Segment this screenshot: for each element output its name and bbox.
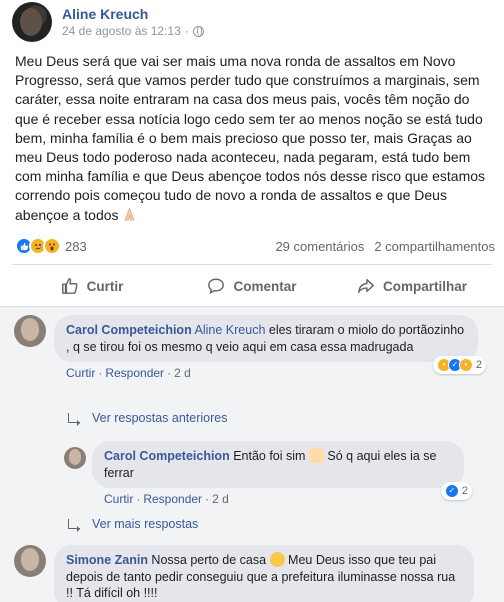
comment-time[interactable]: 2 d	[212, 492, 229, 506]
share-button[interactable]: Compartilhar	[332, 270, 492, 302]
comment-reply-link[interactable]: Responder	[105, 366, 164, 380]
sad-reaction-icon: •	[458, 357, 473, 372]
commenter-name[interactable]: Carol Competeichion	[66, 323, 192, 337]
comment-like-link[interactable]: Curtir	[104, 492, 133, 506]
comment-bubble: Simone Zanin Nossa perto de casa Meu Deu…	[54, 545, 474, 602]
reply-arrow-icon	[68, 413, 80, 426]
globe-icon[interactable]	[192, 25, 204, 37]
reaction-count[interactable]: 283	[65, 239, 87, 254]
comment-text-before: Nossa perto de casa	[147, 553, 270, 567]
commenter-avatar[interactable]	[14, 545, 46, 577]
commenter-avatar[interactable]	[64, 447, 86, 469]
post-action-bar: Curtir Comentar Compartilhar	[12, 270, 492, 302]
comment-bubble: Carol Competeichion Então foi sim Só q a…	[92, 441, 472, 500]
comment-reactions[interactable]: • ✓ • 2	[432, 355, 486, 374]
comment-reply-item: Carol Competeichion Então foi sim Só q a…	[64, 441, 472, 506]
author-info: Aline Kreuch 24 de agosto às 12:13 ·	[62, 6, 204, 42]
meta-dot: ·	[184, 24, 189, 38]
comment-text-before: Então foi sim	[229, 449, 309, 463]
thumbs-up-icon	[61, 278, 78, 294]
shocked-face-emoji-icon	[269, 552, 285, 567]
view-more-replies[interactable]: Ver mais respostas	[68, 517, 199, 532]
post-stats: 283 29 comentários 2 compartilhamentos	[15, 236, 495, 256]
view-previous-replies[interactable]: Ver respostas anteriores	[68, 411, 228, 426]
comments-section: Carol Competeichion Aline Kreuch eles ti…	[0, 306, 504, 602]
share-button-label: Compartilhar	[382, 278, 467, 294]
commenter-name[interactable]: Simone Zanin	[66, 553, 148, 567]
comment-button[interactable]: Comentar	[172, 270, 332, 302]
comment-bubble: Carol Competeichion Aline Kreuch eles ti…	[54, 315, 486, 374]
comment-button-label: Comentar	[233, 278, 297, 294]
comment-time[interactable]: 2 d	[174, 366, 191, 380]
post-timestamp[interactable]: 24 de agosto às 12:13	[62, 24, 181, 38]
comment-item: Simone Zanin Nossa perto de casa Meu Deu…	[14, 545, 474, 602]
author-avatar[interactable]	[12, 2, 52, 42]
comment-reply-link[interactable]: Responder	[143, 492, 202, 506]
comment-reactions[interactable]: ✓ 2	[440, 481, 472, 500]
post-header: Aline Kreuch 24 de agosto às 12:13 ·	[12, 2, 204, 42]
shares-count-link[interactable]: 2 compartilhamentos	[374, 239, 495, 254]
comment-reaction-count: 2	[475, 358, 482, 371]
commenter-avatar[interactable]	[14, 315, 46, 347]
comments-count-link[interactable]: 29 comentários	[275, 239, 364, 254]
reply-arrow-icon	[68, 519, 80, 532]
author-name[interactable]: Aline Kreuch	[62, 6, 204, 22]
view-more-replies-label: Ver mais respostas	[92, 517, 199, 531]
comment-content: Carol Competeichion Aline Kreuch eles ti…	[54, 315, 486, 380]
comment-actions: Curtir · Responder · 2 d	[66, 366, 191, 380]
wow-reaction-icon	[43, 237, 61, 255]
comment-content: Carol Competeichion Então foi sim Só q a…	[92, 441, 472, 506]
praying-hands-emoji-icon	[124, 206, 136, 221]
pointing-hand-emoji-icon	[308, 448, 324, 463]
facebook-post-card: Aline Kreuch 24 de agosto às 12:13 · Meu…	[0, 0, 504, 602]
divider-top	[12, 264, 492, 265]
like-button-label: Curtir	[86, 278, 124, 294]
post-meta: 24 de agosto às 12:13 ·	[62, 24, 204, 38]
comment-content: Simone Zanin Nossa perto de casa Meu Deu…	[54, 545, 474, 602]
tagged-user[interactable]: Aline Kreuch	[195, 323, 266, 337]
stats-right: 29 comentários 2 compartilhamentos	[275, 239, 495, 254]
like-reaction-icon: ✓	[444, 483, 459, 498]
comment-reaction-count: 2	[461, 484, 468, 497]
like-button[interactable]: Curtir	[12, 270, 172, 302]
post-body: Meu Deus será que vai ser mais uma nova …	[15, 53, 486, 223]
comment-item: Carol Competeichion Aline Kreuch eles ti…	[14, 315, 486, 380]
commenter-name[interactable]: Carol Competeichion	[104, 449, 230, 463]
comment-bubble-icon	[208, 278, 225, 295]
view-previous-replies-label: Ver respostas anteriores	[92, 411, 228, 425]
post-text: Meu Deus será que vai ser mais uma nova …	[15, 52, 493, 225]
reaction-summary[interactable]: 283	[15, 237, 87, 255]
comment-actions: Curtir · Responder · 2 d	[104, 492, 229, 506]
share-arrow-icon	[358, 278, 374, 294]
comment-like-link[interactable]: Curtir	[66, 366, 95, 380]
